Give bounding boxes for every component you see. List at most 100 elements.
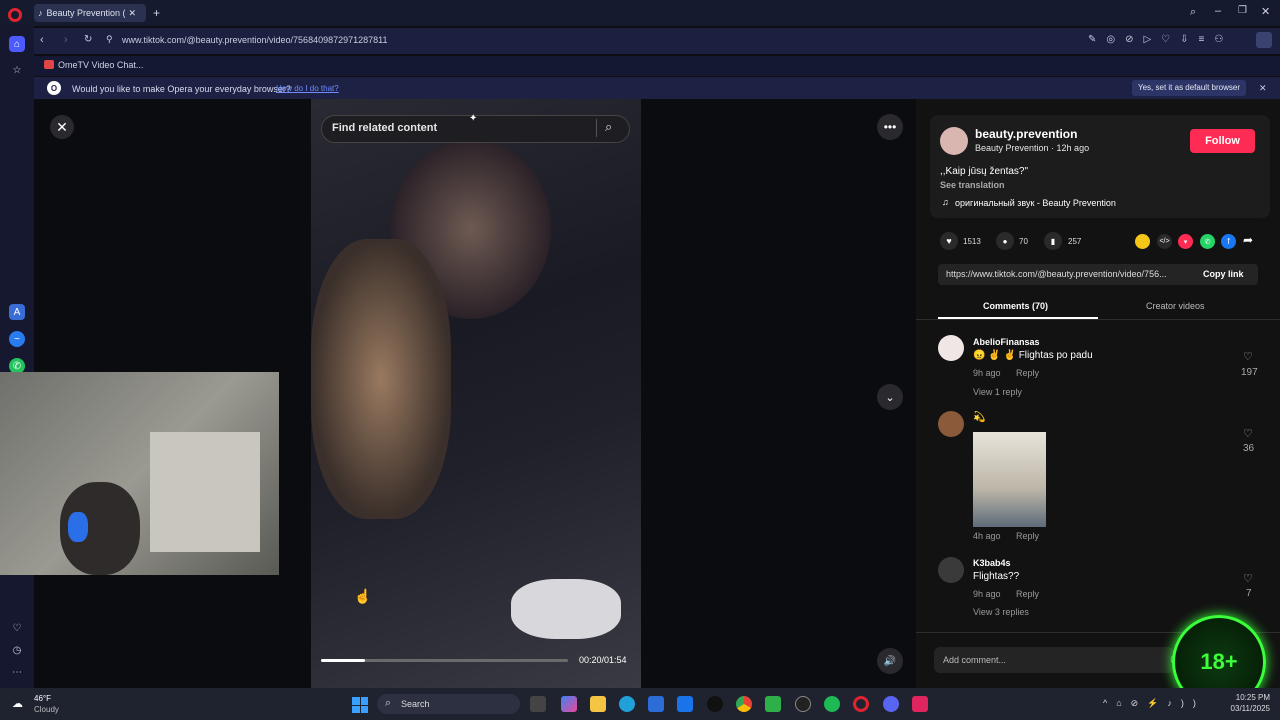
sound-link[interactable]: оригинальный звук - Beauty Prevention — [955, 198, 1116, 208]
discord-icon[interactable] — [883, 696, 899, 712]
set-default-button[interactable]: Yes, set it as default browser — [1132, 80, 1246, 96]
next-video-icon[interactable]: ⌄ — [877, 384, 903, 410]
whatsapp-share-icon[interactable]: ✆ — [1200, 234, 1215, 249]
reply-button[interactable]: Reply — [1016, 589, 1039, 599]
comment-time: 9h ago — [973, 368, 1001, 378]
bookmark-ometv[interactable]: OmeTV Video Chat... — [58, 60, 143, 70]
opera-sidebar: ⌂ ☆ A ~ ✆ ♡ ◷ ⋯ — [0, 26, 34, 688]
aria-icon[interactable]: A — [9, 304, 25, 320]
search-divider — [596, 119, 597, 137]
comment-like-icon[interactable]: ♡ — [1243, 350, 1253, 363]
view-replies[interactable]: View 3 replies — [973, 607, 1029, 617]
media-app-icon[interactable] — [795, 696, 811, 712]
comment-like-icon[interactable]: ♡ — [1243, 572, 1253, 585]
avatar[interactable] — [938, 411, 964, 437]
close-tab-icon[interactable]: ✕ — [129, 8, 137, 19]
like-count: 1513 — [963, 237, 981, 246]
taskbar-search[interactable] — [377, 694, 520, 714]
comment-like-icon[interactable]: ♡ — [1243, 427, 1253, 440]
tab-creator-videos[interactable]: Creator videos — [1146, 301, 1205, 311]
site-info-icon[interactable]: ⚲ — [106, 34, 113, 45]
chat-app-icon[interactable] — [765, 696, 781, 712]
avatar[interactable] — [938, 557, 964, 583]
home-icon[interactable]: ⌂ — [9, 36, 25, 52]
back-icon[interactable]: ‹ — [40, 34, 44, 46]
file-explorer-icon[interactable] — [590, 696, 606, 712]
comment-user[interactable]: K3bab4s — [973, 558, 1011, 568]
comment-text: 💫 — [973, 412, 986, 423]
share-link: https://www.tiktok.com/@beauty.preventio… — [946, 269, 1167, 279]
tray-icons[interactable]: ^⌂⊘⚡♪)) — [1103, 698, 1205, 709]
reply-button[interactable]: Reply — [1016, 368, 1039, 378]
start-icon[interactable] — [352, 697, 368, 713]
task-view-icon[interactable] — [530, 696, 546, 712]
heart-icon[interactable]: ♡ — [9, 620, 25, 636]
browser-tab[interactable]: ♪ Beauty Prevention (@ ✕ — [34, 4, 146, 22]
see-translation-link[interactable]: See translation — [940, 180, 1005, 190]
close-video-icon[interactable]: ✕ — [50, 115, 74, 139]
taskbar — [0, 688, 1280, 720]
url-field[interactable]: www.tiktok.com/@beauty.prevention/video/… — [122, 35, 387, 45]
opera-taskbar-icon[interactable] — [853, 696, 869, 712]
copilot-icon[interactable] — [561, 696, 577, 712]
comment-text: 😠 ✌ ✌ Flightas po padu — [973, 350, 1093, 361]
comment-user[interactable]: AbelioFinansas — [973, 337, 1040, 347]
copy-link-button[interactable]: Copy link — [1203, 269, 1244, 279]
spotify-icon[interactable] — [824, 696, 840, 712]
cursor-icon: ☝ — [354, 588, 372, 604]
volume-icon[interactable]: 🔊 — [877, 648, 903, 674]
save-count: 257 — [1068, 237, 1082, 246]
author-avatar[interactable] — [940, 127, 968, 155]
weather-temp: 46°F — [34, 694, 51, 703]
view-replies[interactable]: View 1 reply — [973, 387, 1022, 397]
more-options-icon[interactable]: ••• — [877, 114, 903, 140]
browser-titlebar — [0, 0, 1280, 26]
minimize-icon[interactable]: – — [1215, 5, 1221, 17]
comment-like-count: 197 — [1241, 367, 1258, 378]
bookmark-icon[interactable]: ▮ — [1044, 232, 1062, 250]
coin-icon[interactable] — [1135, 234, 1150, 249]
weather-icon[interactable]: ☁ — [12, 697, 23, 710]
extensions-icon[interactable] — [1256, 32, 1272, 48]
reply-button[interactable]: Reply — [1016, 531, 1039, 541]
outlook-icon[interactable] — [677, 696, 693, 712]
embed-icon[interactable]: </> — [1157, 234, 1172, 249]
history-icon[interactable]: ◷ — [9, 642, 25, 658]
progress-track[interactable] — [321, 659, 568, 662]
search-tabs-icon[interactable]: ⌕ — [1190, 6, 1196, 19]
address-bar-tools-icon[interactable]: ✎◎⊘▷♡⇩≡⚇ — [1088, 34, 1233, 45]
store-icon[interactable] — [648, 696, 664, 712]
tiktok-icon: ♪ — [38, 8, 43, 18]
reload-icon[interactable]: ↻ — [84, 34, 92, 45]
comment-image[interactable] — [973, 432, 1046, 527]
star-icon[interactable]: ☆ — [9, 62, 25, 78]
share-icon[interactable]: ➦ — [1243, 233, 1253, 247]
avatar[interactable] — [938, 335, 964, 361]
tab-comments[interactable]: Comments (70) — [983, 301, 1048, 311]
default-prompt: Would you like to make Opera your everyd… — [72, 84, 291, 94]
new-tab-icon[interactable]: + — [153, 6, 160, 20]
messenger-icon[interactable]: ~ — [9, 331, 25, 347]
how-link[interactable]: How do I do that? — [276, 84, 339, 93]
opera-gx-icon[interactable] — [912, 696, 928, 712]
follow-button[interactable]: Follow — [1190, 129, 1255, 153]
add-comment-placeholder: Add comment... — [943, 655, 1007, 665]
chrome-icon[interactable] — [736, 696, 752, 712]
like-icon[interactable]: ♥ — [940, 232, 958, 250]
opera-logo[interactable] — [8, 8, 22, 22]
search-icon: ⌕ — [385, 697, 392, 709]
more-icon[interactable]: ⋯ — [9, 664, 25, 680]
author-handle[interactable]: beauty.prevention — [975, 127, 1077, 141]
close-window-icon[interactable]: ✕ — [1261, 5, 1270, 18]
comment-icon[interactable]: ● — [996, 232, 1014, 250]
restore-icon[interactable]: ❐ — [1238, 5, 1247, 16]
dismiss-bar-icon[interactable]: ✕ — [1259, 83, 1267, 94]
app-icon[interactable] — [707, 696, 723, 712]
edge-icon[interactable] — [619, 696, 635, 712]
search-icon[interactable]: ⌕ — [605, 119, 612, 135]
send-icon[interactable]: ▾ — [1178, 234, 1193, 249]
facebook-icon[interactable]: f — [1221, 234, 1236, 249]
clock-time: 10:25 PM — [1235, 693, 1270, 702]
forward-icon[interactable]: › — [64, 34, 68, 46]
video-figure-2 — [311, 239, 451, 519]
